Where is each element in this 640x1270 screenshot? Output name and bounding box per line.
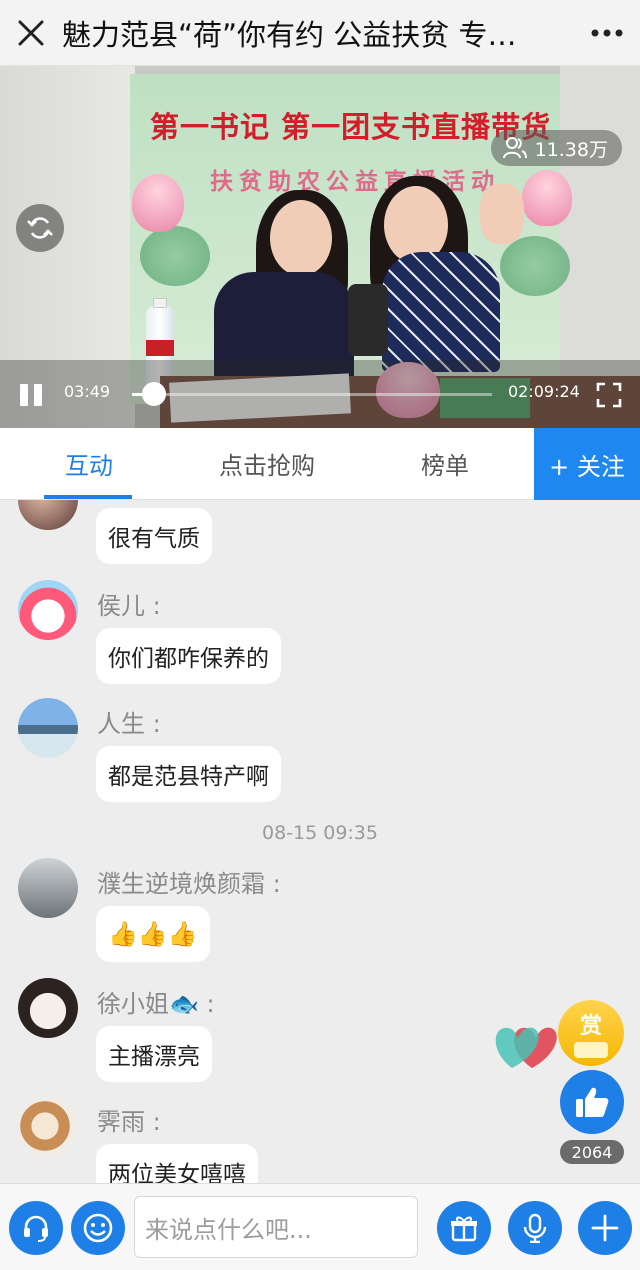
video-player[interactable]: 第一书记 第一团支书直播带货 扶贫助农公益直播活动 11.38万 03:49 0… (0, 66, 640, 428)
banner-headline: 第一书记 第一团支书直播带货 (150, 110, 552, 144)
microphone-icon (523, 1213, 547, 1243)
lotus-decoration (132, 174, 184, 232)
reward-button[interactable]: 赏 (558, 1000, 624, 1066)
tab-interaction[interactable]: 互动 (0, 428, 178, 499)
banner-subline: 扶贫助农公益直播活动 (210, 169, 500, 195)
avatar[interactable] (18, 580, 78, 640)
chat-username: 侯儿 : (97, 592, 161, 620)
comment-input[interactable]: 来说点什么吧... (134, 1196, 418, 1258)
rotate-button[interactable] (16, 204, 64, 252)
title-bar: 魅力范县“荷”你有约 公益扶贫 专… (0, 0, 640, 66)
chat-username: 霁雨 : (97, 1108, 161, 1136)
like-button[interactable] (560, 1070, 624, 1134)
total-time: 02:09:24 (508, 382, 580, 401)
fullscreen-button[interactable] (596, 382, 622, 408)
viewer-count: 11.38万 (490, 130, 622, 166)
avatar[interactable] (18, 500, 78, 530)
current-time: 03:49 (64, 382, 111, 401)
chat-bubble: 你们都咋保养的 (96, 628, 281, 684)
gift-icon (451, 1216, 477, 1242)
smiley-icon (83, 1213, 113, 1243)
chat-username: 人生 : (97, 710, 161, 738)
pause-icon (20, 384, 28, 406)
chat-bubble: 两位美女嘻嘻 (96, 1144, 258, 1183)
chat-bubble: 都是范县特产啊 (96, 746, 281, 802)
bottom-toolbar: 来说点什么吧... (0, 1183, 640, 1270)
viewer-count-text: 11.38万 (534, 138, 608, 161)
chat-username: 徐小姐🐟 : (97, 990, 215, 1018)
chat-username: 濮生逆境焕颜霜 : (97, 870, 281, 898)
fullscreen-icon (596, 382, 622, 408)
avatar[interactable] (18, 1096, 78, 1156)
fish-icon: 🐟 (169, 990, 199, 1018)
headset-icon (24, 1215, 48, 1242)
reward-label: 赏 (579, 1014, 602, 1039)
lotus-decoration (522, 170, 572, 226)
plus-icon (591, 1214, 619, 1242)
customer-service-button[interactable] (9, 1201, 63, 1255)
microphone (348, 284, 388, 356)
voice-button[interactable] (508, 1201, 562, 1255)
avatar[interactable] (18, 858, 78, 918)
viewers-icon (502, 137, 527, 159)
chat-bubble: 主播漂亮 (96, 1026, 212, 1082)
close-icon (18, 20, 44, 45)
page-title: 魅力范县“荷”你有约 公益扶贫 专… (62, 17, 517, 52)
emoji-button[interactable] (71, 1201, 125, 1255)
pause-button[interactable] (20, 384, 44, 406)
avatar[interactable] (18, 698, 78, 758)
chat-bubble: 👍👍👍 (96, 906, 210, 962)
thumbs-up-icon (576, 1087, 609, 1117)
chat-bubble: 很有气质 (96, 508, 212, 564)
tab-buy[interactable]: 点击抢购 (178, 428, 356, 499)
tab-bar: 互动 点击抢购 榜单 + 关注 (0, 428, 640, 500)
hearts-animation (488, 1018, 560, 1070)
progress-knob[interactable] (141, 382, 166, 406)
tab-ranking[interactable]: 榜单 (356, 428, 534, 499)
follow-button[interactable]: + 关注 (534, 428, 640, 500)
treasure-chest-icon (574, 1042, 608, 1058)
progress-track[interactable] (132, 393, 492, 396)
like-count: 2064 (560, 1140, 624, 1164)
chat-timestamp: 08-15 09:35 (261, 822, 378, 844)
more-icon (591, 29, 623, 36)
gift-button[interactable] (437, 1201, 491, 1255)
rotate-icon (27, 217, 53, 239)
more-button[interactable] (574, 0, 640, 66)
avatar[interactable] (18, 978, 78, 1038)
more-actions-button[interactable] (578, 1201, 632, 1255)
close-button[interactable] (0, 0, 62, 66)
chat-list[interactable]: 很有气质 侯儿 : 你们都咋保养的 人生 : 都是范县特产啊 08-15 09:… (0, 500, 640, 1183)
heart-icon (495, 1027, 557, 1068)
